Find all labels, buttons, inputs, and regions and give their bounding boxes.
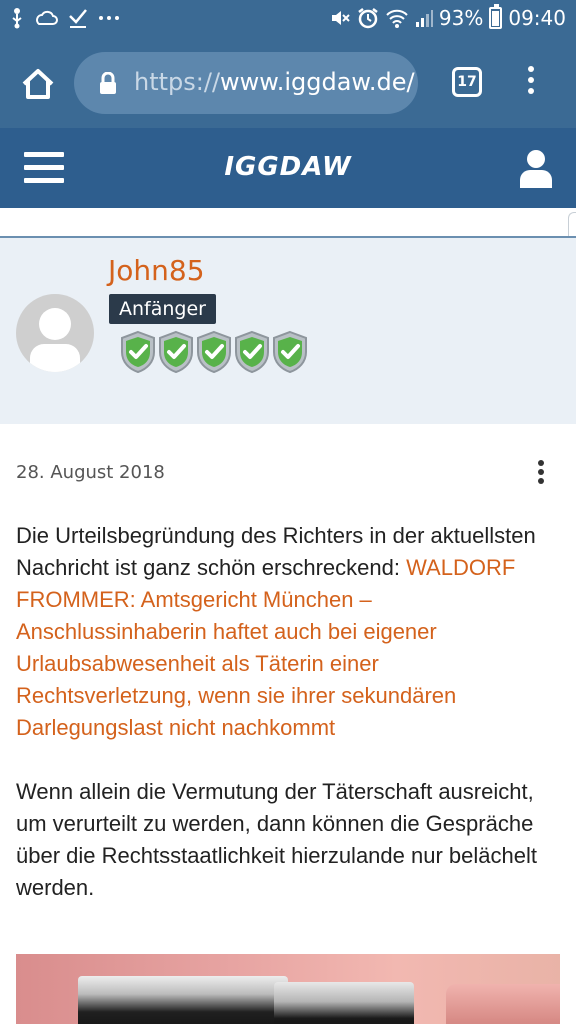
signal-icon <box>415 10 433 27</box>
post-paragraph: Wenn allein die Vermutung der Täterschaf… <box>16 779 537 900</box>
rank-shield-icon <box>158 330 194 374</box>
post-body: Die Urteilsbegründung des Richters in de… <box>16 520 556 936</box>
advertisement-image[interactable] <box>16 954 560 1024</box>
page-content: John85 Anfänger 28. August 2018 Die Urte… <box>0 208 576 1024</box>
post-date[interactable]: 28. August 2018 <box>16 462 165 483</box>
url-host: www.iggdaw.de/ <box>220 68 415 96</box>
tab-switcher-button[interactable]: 17 <box>452 67 482 97</box>
lock-icon <box>100 72 116 94</box>
browser-menu-icon[interactable] <box>524 66 538 102</box>
author-name[interactable]: John85 <box>108 254 205 287</box>
status-right-icons: 93% 09:40 <box>329 4 566 30</box>
status-time: 09:40 <box>508 6 566 30</box>
user-account-icon[interactable] <box>518 148 554 188</box>
avatar[interactable] <box>16 294 94 372</box>
mute-icon <box>331 11 350 25</box>
address-bar[interactable]: https://www.iggdaw.de/ <box>74 52 418 114</box>
status-bar: 93% 09:40 <box>0 0 576 40</box>
rank-shield-icon <box>120 330 156 374</box>
home-icon[interactable] <box>18 64 58 104</box>
cloud-icon <box>36 10 58 25</box>
post-paragraph: Die Urteilsbegründung des Richters in de… <box>16 520 556 744</box>
status-left-icons <box>10 7 120 29</box>
product-image-part <box>274 982 414 1024</box>
rank-shield-icon <box>272 330 308 374</box>
rank-badge: Anfänger <box>109 294 216 324</box>
author-panel: John85 Anfänger <box>0 238 576 424</box>
battery-percent: 93% <box>438 6 484 30</box>
rank-shield-icon <box>234 330 270 374</box>
battery-icon <box>489 4 503 29</box>
rank-shield-icon <box>196 330 232 374</box>
battery-level-fill <box>492 11 500 26</box>
default-avatar-icon <box>30 308 80 372</box>
url-text[interactable]: https://www.iggdaw.de/ <box>134 68 415 96</box>
product-image-part <box>78 976 288 1024</box>
browser-toolbar: https://www.iggdaw.de/ 17 <box>0 40 576 128</box>
more-notifications-icon <box>99 16 119 20</box>
wifi-icon <box>386 9 408 28</box>
rank-shields <box>120 330 308 374</box>
usb-debug-icon <box>12 8 22 29</box>
post-options-icon[interactable] <box>536 460 546 486</box>
article-link[interactable]: WALDORF FROMMER: Amtsgericht München – A… <box>16 555 515 740</box>
site-header: IGGDAW <box>0 128 576 208</box>
url-protocol: https:// <box>134 68 221 96</box>
product-image-part <box>446 984 560 1024</box>
site-title[interactable]: IGGDAW <box>0 152 576 182</box>
check-icon <box>69 9 87 28</box>
alarm-icon <box>358 8 378 29</box>
